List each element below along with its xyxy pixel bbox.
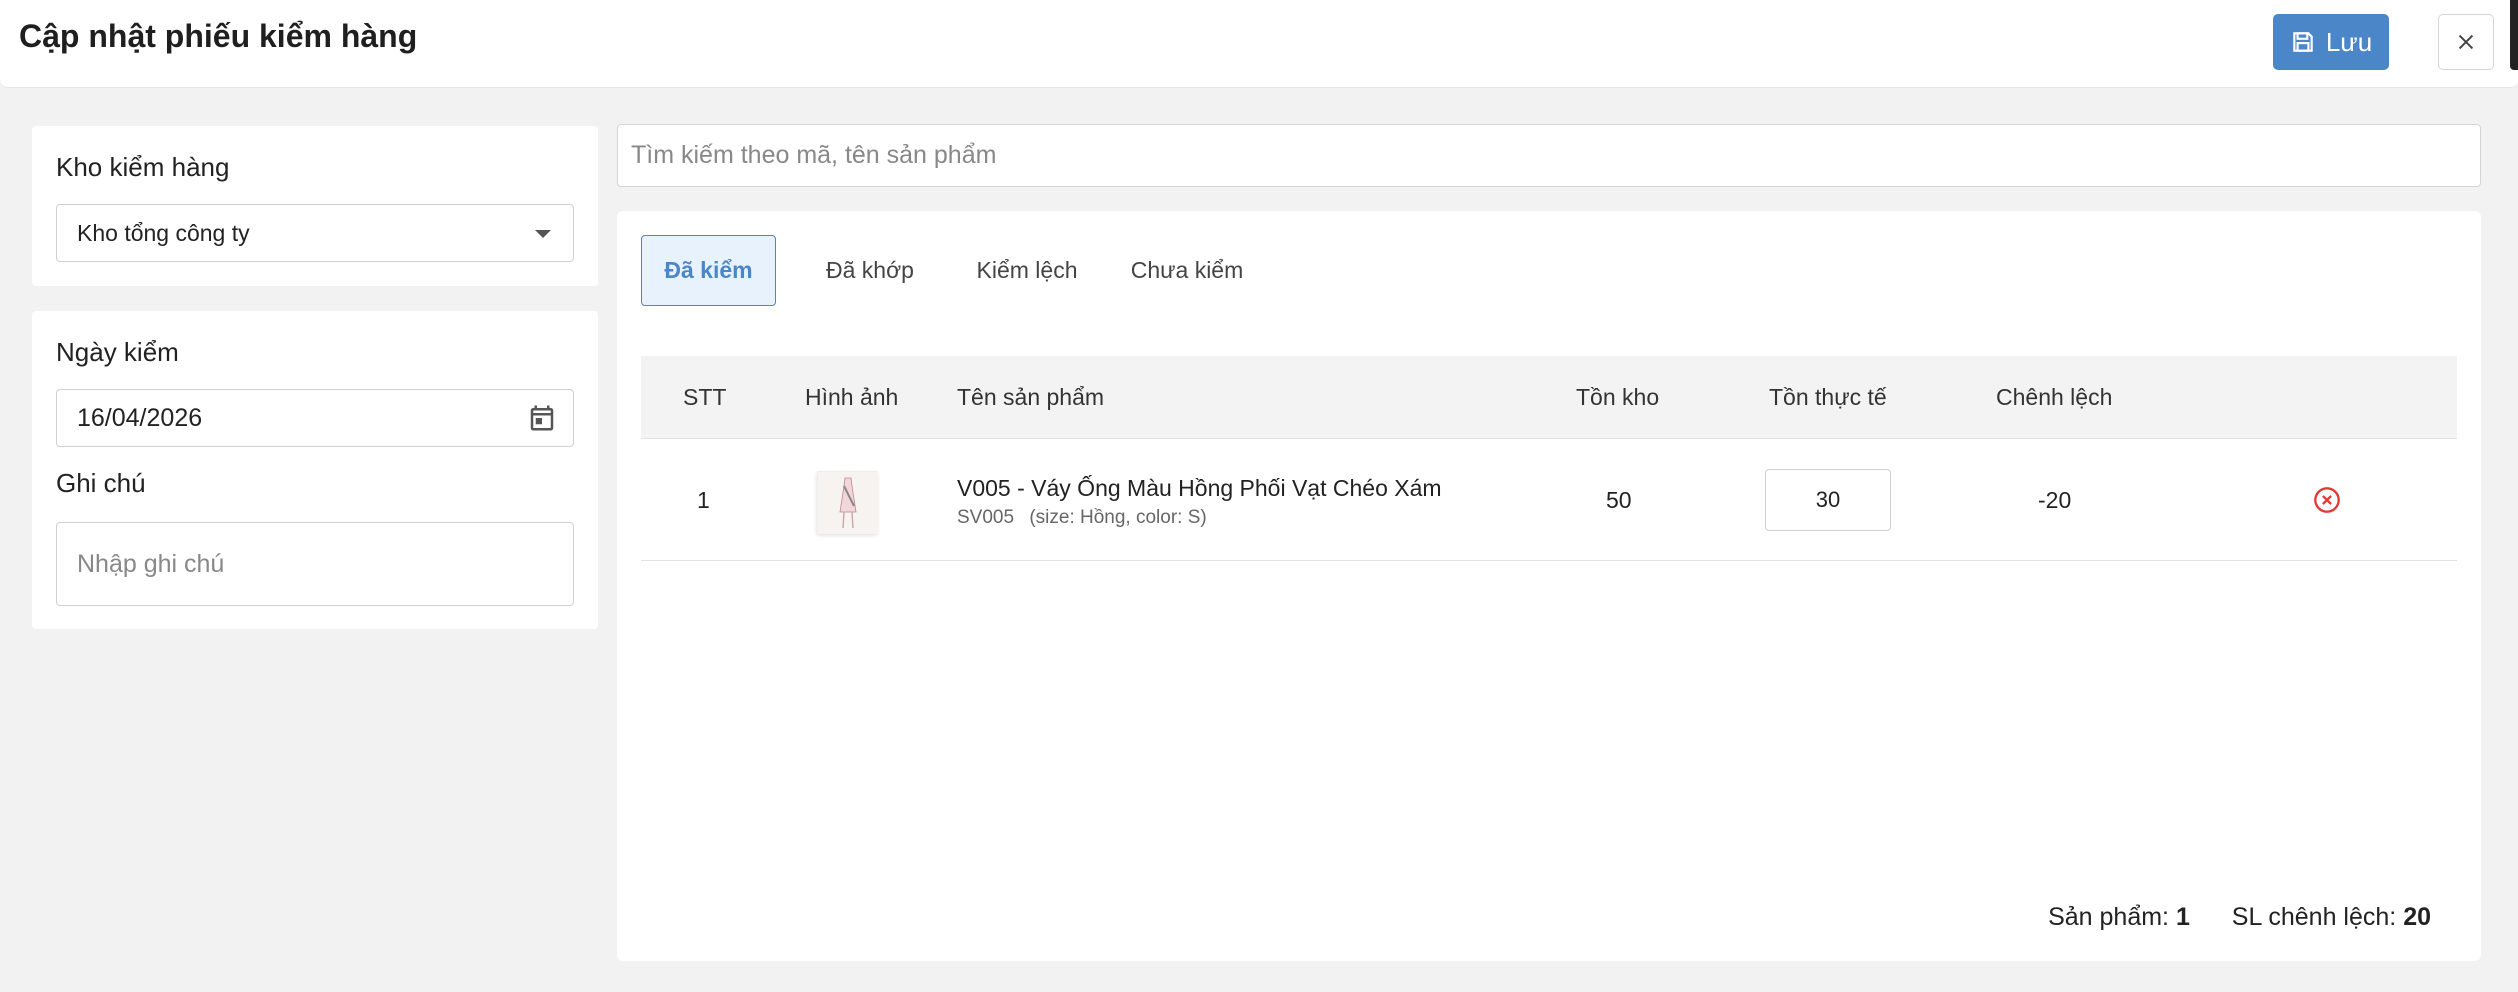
search-input[interactable]: Tìm kiếm theo mã, tên sản phẩm bbox=[617, 124, 2481, 187]
col-stock: Tồn kho bbox=[1576, 384, 1660, 410]
close-icon bbox=[2458, 34, 2474, 50]
actual-stock-value: 30 bbox=[1815, 487, 1841, 512]
caret-down-icon bbox=[535, 230, 551, 238]
row-difference: -20 bbox=[2038, 486, 2072, 513]
dialog-header: Cập nhật phiếu kiểm hàng Lưu bbox=[0, 0, 2518, 88]
warehouse-select-value: Kho tổng công ty bbox=[77, 219, 250, 246]
dress-image-icon bbox=[818, 472, 878, 534]
date-input-value: 16/04/2026 bbox=[77, 403, 203, 432]
date-label: Ngày kiểm bbox=[56, 337, 179, 367]
note-placeholder: Nhập ghi chú bbox=[77, 549, 225, 578]
warehouse-label: Kho kiểm hàng bbox=[56, 152, 230, 182]
product-name: V005 - Váy Ống Màu Hồng Phối Vạt Chéo Xá… bbox=[957, 475, 1442, 501]
calendar-icon[interactable] bbox=[527, 403, 557, 433]
summary-products-value: 1 bbox=[2175, 903, 2190, 931]
product-thumbnail bbox=[817, 471, 878, 534]
warehouse-panel: Kho kiểm hàng Kho tổng công ty bbox=[32, 126, 598, 286]
tab-da-kiem[interactable]: Đã kiểm bbox=[641, 235, 776, 306]
summary-products-label: Sản phẩm: bbox=[2048, 903, 2169, 931]
product-variant: (size: Hồng, color: S) bbox=[1029, 507, 1207, 528]
page-title: Cập nhật phiếu kiểm hàng bbox=[19, 18, 418, 54]
date-input[interactable]: 16/04/2026 bbox=[56, 389, 574, 447]
actual-stock-input[interactable]: 30 bbox=[1765, 469, 1891, 531]
col-image: Hình ảnh bbox=[805, 384, 899, 410]
col-difference: Chênh lệch bbox=[1996, 384, 2113, 410]
save-button[interactable]: Lưu bbox=[2273, 14, 2389, 70]
window-edge bbox=[2510, 0, 2518, 70]
table-row: 1 V005 - Váy Ống Màu Hồng Phối Vạt Chéo … bbox=[641, 439, 2457, 561]
note-label: Ghi chú bbox=[56, 468, 146, 498]
product-sku: SV005 bbox=[957, 507, 1015, 528]
summary-bar: Sản phẩm: 1 SL chênh lệch: 20 bbox=[2048, 903, 2431, 932]
col-actual-stock: Tồn thực tế bbox=[1769, 384, 1887, 410]
save-icon bbox=[2293, 32, 2313, 52]
close-button[interactable] bbox=[2438, 14, 2494, 70]
inventory-card: Đã kiểm Đã khớp Kiểm lệch Chưa kiểm STT … bbox=[617, 211, 2481, 961]
tab-chua-kiem[interactable]: Chưa kiểm bbox=[1117, 235, 1257, 306]
summary-diff-label: SL chênh lệch: bbox=[2231, 903, 2397, 931]
search-placeholder: Tìm kiếm theo mã, tên sản phẩm bbox=[631, 141, 997, 169]
col-stt: STT bbox=[683, 384, 727, 410]
remove-row-icon[interactable] bbox=[2313, 486, 2341, 514]
table-header: STT Hình ảnh Tên sản phẩm Tồn kho Tồn th… bbox=[641, 356, 2457, 439]
summary-diff-value: 20 bbox=[2403, 903, 2431, 931]
date-note-panel: Ngày kiểm 16/04/2026 Ghi chú Nhập ghi ch… bbox=[32, 311, 598, 629]
warehouse-select[interactable]: Kho tổng công ty bbox=[56, 204, 574, 262]
row-stt: 1 bbox=[697, 486, 710, 513]
col-product-name: Tên sản phẩm bbox=[957, 384, 1105, 410]
note-field[interactable]: Nhập ghi chú bbox=[56, 522, 574, 606]
save-button-label: Lưu bbox=[2325, 26, 2373, 57]
row-stock: 50 bbox=[1606, 486, 1632, 513]
tab-kiem-lech[interactable]: Kiểm lệch bbox=[955, 235, 1099, 306]
product-meta: SV005 (size: Hồng, color: S) bbox=[957, 507, 1207, 529]
tab-da-khop[interactable]: Đã khớp bbox=[810, 235, 930, 306]
